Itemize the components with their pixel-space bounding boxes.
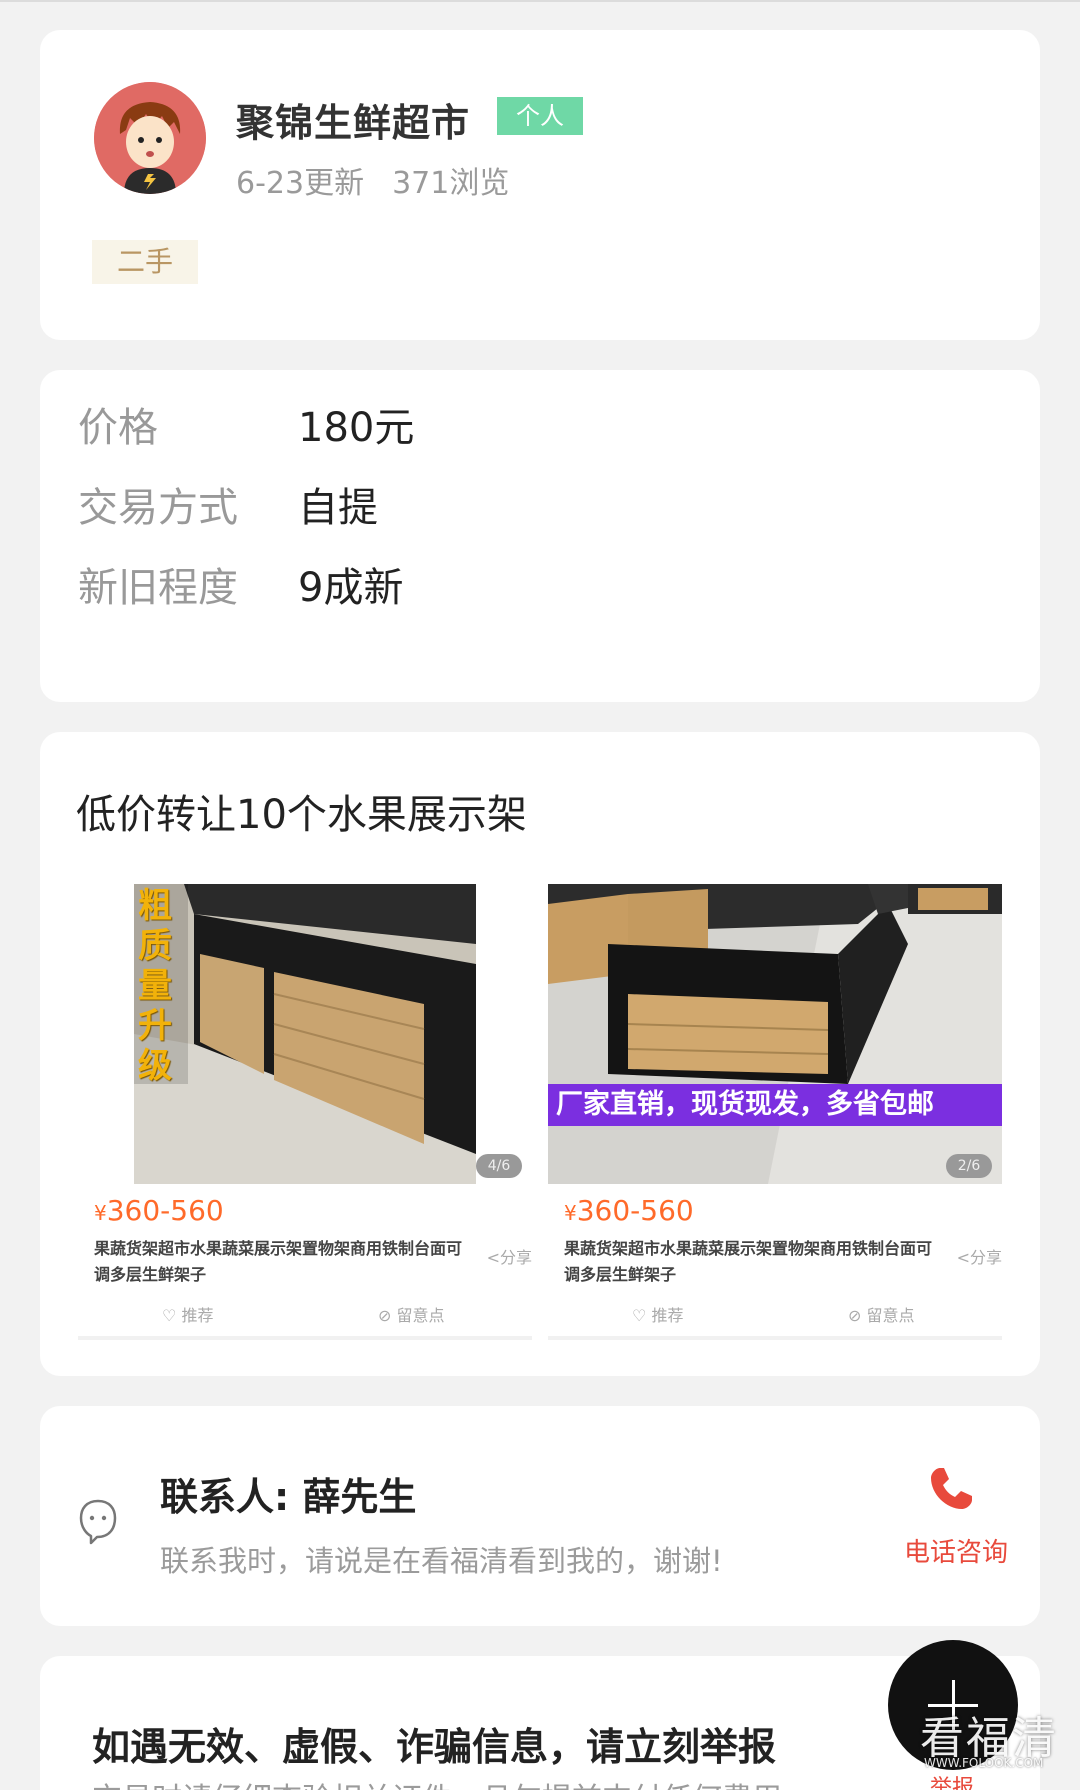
contact-card: 联系人: 薛先生 联系我时，请说是在看福清看到我的，谢谢! 电话咨询 bbox=[40, 1406, 1040, 1626]
phone-consult-button[interactable]: 电话咨询 bbox=[904, 1532, 1008, 1569]
contact-note: 联系我时，请说是在看福清看到我的，谢谢! bbox=[160, 1544, 723, 1578]
like-label: 推荐 bbox=[181, 1306, 214, 1325]
product-description: 果蔬货架超市水果蔬菜展示架置物架商用铁制台面可调多层生鲜架子 bbox=[564, 1239, 933, 1284]
product-card[interactable]: 粗质量升级 4/6 ¥360-560 果蔬货架超市水果蔬菜展示架置物架商用铁制台… bbox=[78, 884, 532, 1340]
promo-banner: 厂家直销，现货现发，多省包邮 bbox=[548, 1084, 1002, 1126]
seller-type-badge: 个人 bbox=[497, 97, 583, 135]
condition-row: 新旧程度 9成新 bbox=[78, 556, 403, 612]
product-divider bbox=[548, 1336, 1002, 1340]
seller-avatar[interactable] bbox=[94, 82, 206, 194]
product-photo[interactable]: 粗质量升级 bbox=[134, 884, 476, 1184]
product-price: ¥360-560 bbox=[94, 1194, 224, 1227]
seller-card: 聚锦生鲜超市 个人 6-23更新 371浏览 二手 bbox=[40, 30, 1040, 340]
details-card: 价格 180元 交易方式 自提 新旧程度 9成新 bbox=[40, 370, 1040, 702]
dislike-label: 留意点 bbox=[866, 1306, 915, 1325]
share-label: 分享 bbox=[499, 1248, 532, 1267]
product-actions: ♡ 推荐 ⊘ 留意点 bbox=[78, 1302, 532, 1326]
listing-title: 低价转让10个水果展示架 bbox=[76, 792, 527, 838]
heart-icon: ♡ bbox=[632, 1306, 647, 1325]
share-button[interactable]: <分享 bbox=[957, 1244, 1002, 1268]
product-description: 果蔬货架超市水果蔬菜展示架置物架商用铁制台面可调多层生鲜架子 bbox=[94, 1239, 463, 1284]
dislike-button[interactable]: ⊘ 留意点 bbox=[848, 1302, 915, 1326]
dislike-label: 留意点 bbox=[396, 1306, 445, 1325]
eye-off-icon: ⊘ bbox=[848, 1306, 862, 1325]
product-price: ¥360-560 bbox=[564, 1194, 694, 1227]
product-actions: ♡ 推荐 ⊘ 留意点 bbox=[548, 1302, 1002, 1326]
report-subtitle: 交易时请仔细查验相关证件，且勿提前支付任何费用 bbox=[92, 1774, 782, 1790]
trade-value: 自提 bbox=[298, 485, 378, 531]
listing-card: 低价转让10个水果展示架 粗质量升级 4/6 ¥360-560 果蔬货架超市水果… bbox=[40, 732, 1040, 1376]
top-divider bbox=[0, 0, 1080, 2]
price-row: 价格 180元 bbox=[78, 396, 414, 452]
image-counter: 4/6 bbox=[476, 1154, 522, 1178]
dislike-button[interactable]: ⊘ 留意点 bbox=[378, 1302, 445, 1326]
price-symbol: ¥ bbox=[94, 1201, 107, 1225]
share-button[interactable]: <分享 bbox=[487, 1244, 532, 1268]
watermark-url: WWW.FOLOOK.COM bbox=[924, 1756, 1044, 1770]
heart-icon: ♡ bbox=[162, 1306, 177, 1325]
seller-name[interactable]: 聚锦生鲜超市 bbox=[236, 92, 470, 147]
contact-name: 联系人: 薛先生 bbox=[160, 1475, 417, 1519]
product-divider bbox=[78, 1336, 532, 1340]
price-label: 价格 bbox=[78, 405, 158, 451]
condition-value: 9成新 bbox=[298, 565, 404, 611]
product-card[interactable]: 厂家直销，现货现发，多省包邮 2/6 ¥360-560 果蔬货架超市水果蔬菜展示… bbox=[548, 884, 1002, 1340]
trade-row: 交易方式 自提 bbox=[78, 476, 378, 532]
trade-label: 交易方式 bbox=[78, 485, 238, 531]
chat-bubble-icon bbox=[79, 1499, 117, 1545]
condition-tag: 二手 bbox=[92, 240, 198, 284]
update-date: 6-23更新 bbox=[236, 166, 365, 201]
price-symbol: ¥ bbox=[564, 1201, 577, 1225]
seller-meta: 6-23更新 371浏览 bbox=[236, 158, 509, 202]
share-icon: < bbox=[956, 1248, 970, 1267]
like-label: 推荐 bbox=[651, 1306, 684, 1325]
photo-overlay-text: 粗质量升级 bbox=[138, 886, 172, 1086]
image-counter: 2/6 bbox=[946, 1154, 992, 1178]
condition-label: 新旧程度 bbox=[78, 565, 238, 611]
price-range: 360-560 bbox=[106, 1194, 224, 1227]
phone-icon[interactable] bbox=[926, 1464, 976, 1514]
price-value: 180元 bbox=[298, 405, 415, 451]
eye-off-icon: ⊘ bbox=[378, 1306, 392, 1325]
like-button[interactable]: ♡ 推荐 bbox=[162, 1302, 213, 1326]
product-photo[interactable]: 厂家直销，现货现发，多省包邮 bbox=[548, 884, 1002, 1184]
share-icon: < bbox=[486, 1248, 500, 1267]
price-range: 360-560 bbox=[576, 1194, 694, 1227]
share-label: 分享 bbox=[969, 1248, 1002, 1267]
report-button-label[interactable]: 举报 bbox=[930, 1770, 974, 1790]
report-title: 如遇无效、虚假、诈骗信息，请立刻举报 bbox=[92, 1725, 777, 1769]
like-button[interactable]: ♡ 推荐 bbox=[632, 1302, 683, 1326]
view-count: 371浏览 bbox=[392, 166, 510, 201]
